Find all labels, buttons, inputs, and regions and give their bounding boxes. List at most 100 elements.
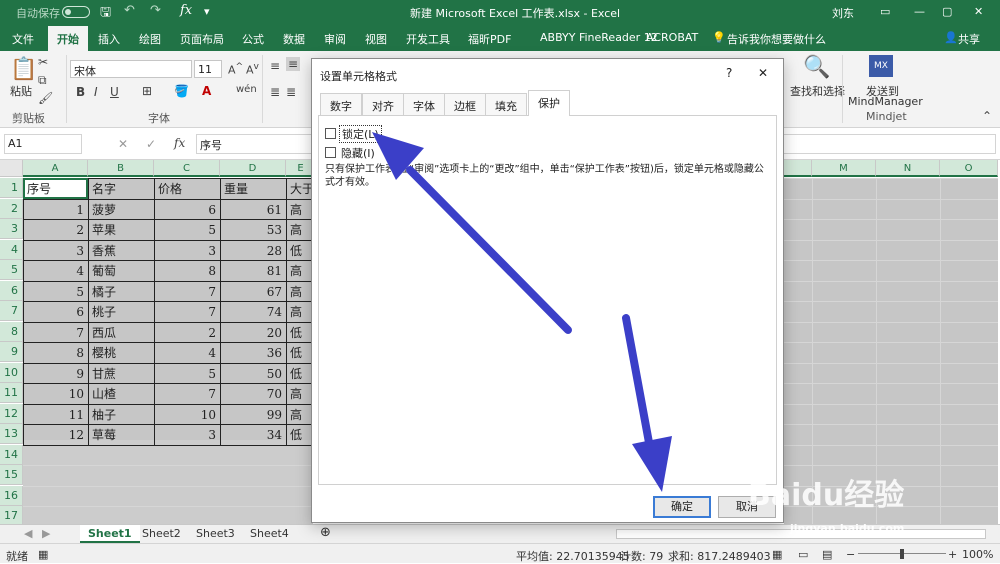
tab-home[interactable]: 开始	[48, 26, 88, 51]
table-cell[interactable]: 高	[287, 200, 312, 220]
undo-icon[interactable]: ↶	[124, 3, 135, 18]
row-header[interactable]: 10	[0, 363, 23, 383]
cut-icon[interactable]: ✂	[38, 55, 48, 69]
table-cell[interactable]: 67	[221, 282, 285, 302]
table-cell[interactable]: 7	[155, 302, 219, 322]
table-cell[interactable]: 70	[221, 384, 285, 404]
align-left-icon[interactable]: ≣	[270, 85, 280, 99]
table-cell[interactable]: 12	[24, 425, 87, 445]
name-box[interactable]: A1	[4, 134, 82, 154]
table-cell[interactable]: 1	[24, 200, 87, 220]
table-cell[interactable]: 99	[221, 405, 285, 425]
column-header-n[interactable]: N	[876, 160, 940, 177]
table-cell[interactable]: 西瓜	[89, 323, 153, 343]
table-cell[interactable]: 高	[287, 384, 312, 404]
tab-draw[interactable]: 绘图	[139, 31, 161, 47]
font-name-select[interactable]: 宋体	[70, 60, 192, 78]
table-cell[interactable]: 柚子	[89, 405, 153, 425]
table-header-cell[interactable]: 名字	[89, 179, 153, 199]
table-cell[interactable]: 桃子	[89, 302, 153, 322]
tab-file[interactable]: 文件	[12, 31, 34, 47]
table-cell[interactable]: 菠萝	[89, 200, 153, 220]
tab-foxit-pdf[interactable]: 福昕PDF	[468, 31, 511, 47]
table-cell[interactable]: 7	[155, 282, 219, 302]
redo-icon[interactable]: ↷	[150, 3, 161, 18]
quick-access-dropdown-icon[interactable]: ▾	[204, 5, 210, 18]
borders-icon[interactable]: ⊞	[142, 84, 152, 98]
table-cell[interactable]: 53	[221, 220, 285, 240]
table-header-cell[interactable]: 重量	[221, 179, 285, 199]
table-cell[interactable]: 高	[287, 302, 312, 322]
table-cell[interactable]: 3	[155, 241, 219, 261]
zoom-in-icon[interactable]: +	[948, 548, 957, 561]
dialog-close-button[interactable]: ✕	[758, 66, 768, 80]
align-center-icon[interactable]: ≣	[286, 85, 296, 99]
zoom-level[interactable]: 100%	[962, 548, 993, 561]
dialog-tab-border[interactable]: 边框	[444, 93, 486, 115]
row-header[interactable]: 17	[0, 506, 23, 526]
tab-developer[interactable]: 开发工具	[406, 31, 450, 47]
next-sheet-icon[interactable]: ▶	[34, 525, 58, 543]
paste-icon[interactable]: 📋	[10, 57, 37, 82]
format-painter-icon[interactable]: 🖌	[38, 91, 53, 105]
zoom-slider-thumb[interactable]	[900, 549, 904, 559]
page-layout-view-icon[interactable]: ▭	[798, 548, 808, 561]
minimize-button[interactable]: —	[914, 5, 925, 18]
collapse-ribbon-icon[interactable]: ⌃	[982, 109, 992, 123]
table-cell[interactable]: 山楂	[89, 384, 153, 404]
column-header-a[interactable]: A	[23, 160, 88, 177]
table-cell[interactable]: 5	[24, 282, 87, 302]
table-cell[interactable]: 36	[221, 343, 285, 363]
select-all-corner[interactable]	[0, 160, 23, 177]
row-header[interactable]: 12	[0, 404, 23, 424]
table-cell[interactable]: 61	[221, 200, 285, 220]
hidden-checkbox[interactable]	[325, 147, 336, 158]
row-header[interactable]: 15	[0, 465, 23, 485]
dialog-tab-number[interactable]: 数字	[320, 93, 362, 115]
dialog-tab-protection[interactable]: 保护	[528, 90, 570, 116]
row-header[interactable]: 6	[0, 281, 23, 301]
row-header[interactable]: 16	[0, 486, 23, 506]
enter-entry-icon[interactable]: ✓	[146, 137, 156, 151]
table-cell[interactable]: 低	[287, 323, 312, 343]
table-cell[interactable]: 苹果	[89, 220, 153, 240]
table-cell[interactable]: 樱桃	[89, 343, 153, 363]
column-header-l[interactable]	[784, 160, 812, 177]
table-cell[interactable]: 低	[287, 425, 312, 445]
italic-button[interactable]: I	[94, 85, 98, 99]
ok-button[interactable]: 确定	[653, 496, 711, 518]
table-cell[interactable]: 橘子	[89, 282, 153, 302]
paste-button[interactable]: 粘贴	[10, 83, 32, 99]
save-icon[interactable]: 🖫	[100, 3, 111, 25]
table-cell[interactable]: 20	[221, 323, 285, 343]
column-header-m[interactable]: M	[812, 160, 876, 177]
table-cell[interactable]: 10	[155, 405, 219, 425]
table-cell[interactable]: 2	[155, 323, 219, 343]
column-header-o[interactable]: O	[940, 160, 998, 177]
row-header[interactable]: 14	[0, 445, 23, 465]
normal-view-icon[interactable]: ▦	[772, 548, 782, 561]
copy-icon[interactable]: ⧉	[38, 73, 47, 88]
row-header[interactable]: 4	[0, 240, 23, 260]
row-header[interactable]: 7	[0, 301, 23, 321]
table-cell[interactable]: 8	[155, 261, 219, 281]
bold-button[interactable]: B	[76, 85, 85, 99]
row-header[interactable]: 5	[0, 260, 23, 280]
autosave-toggle[interactable]	[62, 6, 90, 18]
table-header-cell[interactable]: 大于	[287, 179, 312, 199]
row-header[interactable]: 3	[0, 219, 23, 239]
cancel-entry-icon[interactable]: ✕	[118, 137, 128, 151]
locked-checkbox[interactable]	[325, 128, 336, 139]
table-cell[interactable]: 3	[24, 241, 87, 261]
decrease-font-icon[interactable]: Av	[246, 61, 259, 77]
table-cell[interactable]: 28	[221, 241, 285, 261]
table-cell[interactable]: 4	[24, 261, 87, 281]
table-cell[interactable]: 81	[221, 261, 285, 281]
close-button[interactable]: ✕	[974, 5, 983, 18]
sheet-tab-sheet3[interactable]: Sheet3	[188, 525, 243, 543]
table-cell[interactable]: 34	[221, 425, 285, 445]
tab-abbyy[interactable]: ABBYY FineReader 12	[540, 31, 658, 44]
fill-color-icon[interactable]: 🪣	[174, 84, 189, 98]
table-cell[interactable]: 4	[155, 343, 219, 363]
table-cell[interactable]: 9	[24, 364, 87, 384]
